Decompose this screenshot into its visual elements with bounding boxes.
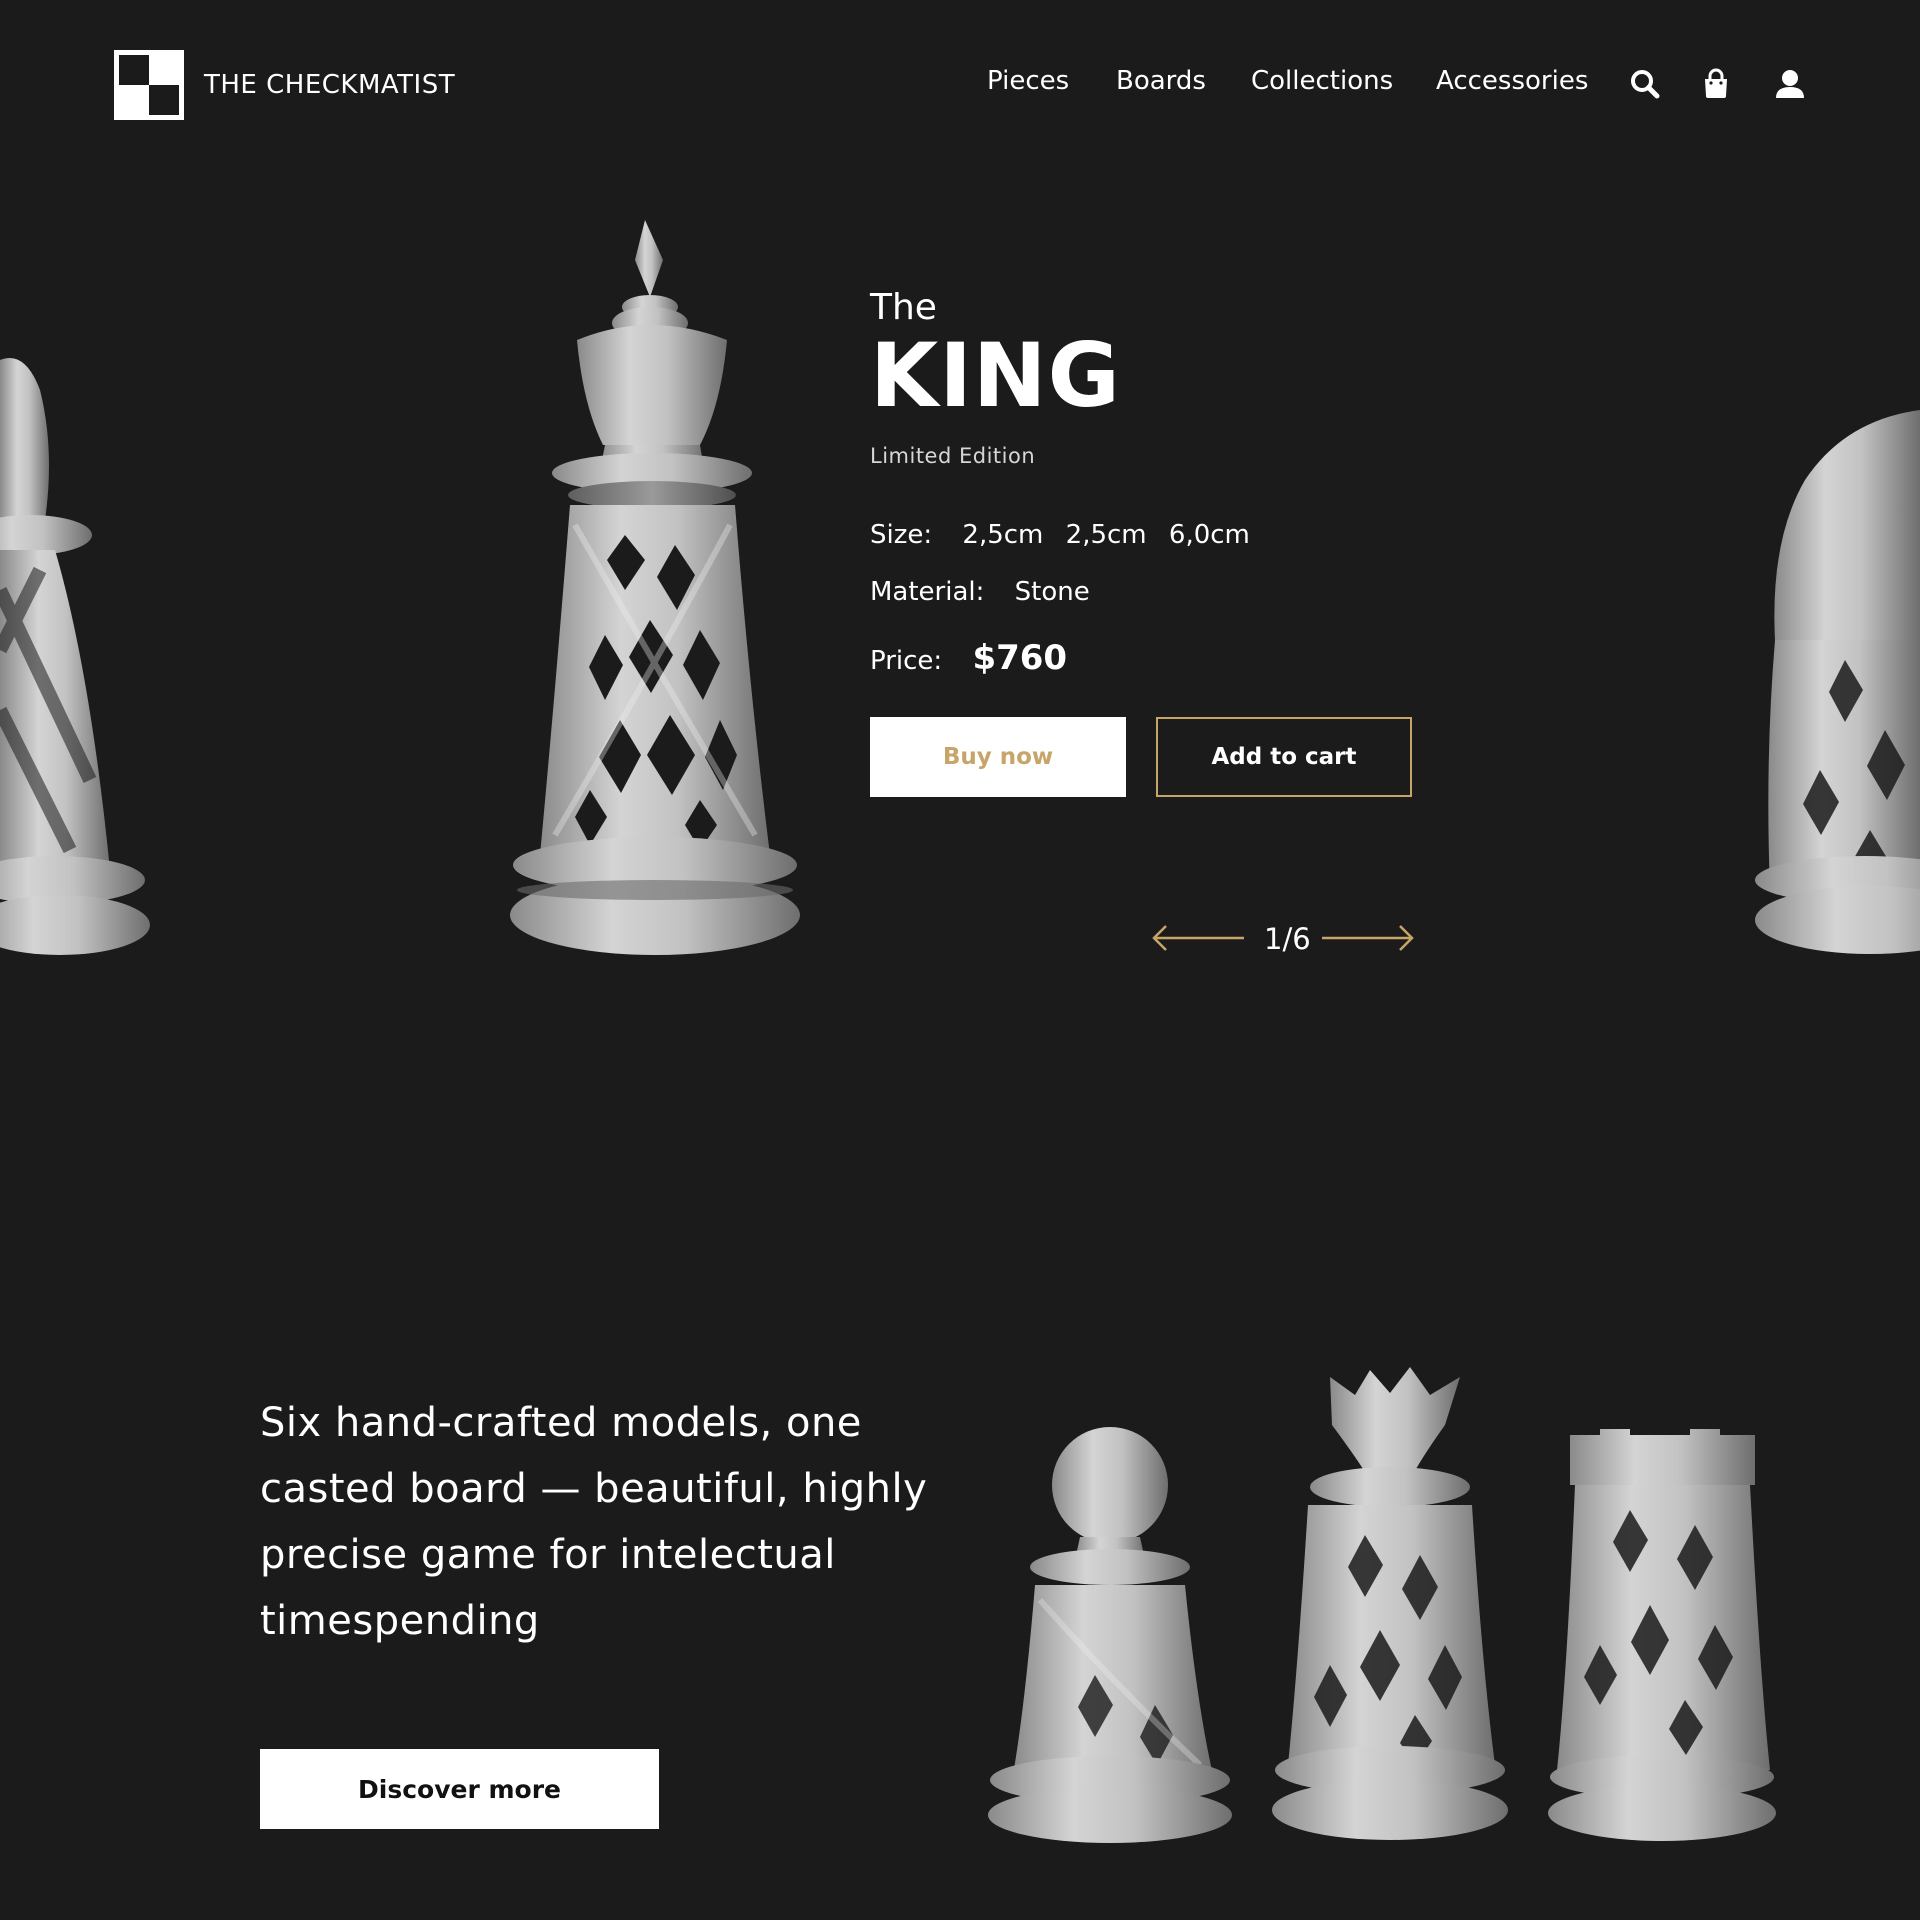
- user-icon[interactable]: [1775, 68, 1805, 100]
- material-value: Stone: [1014, 577, 1090, 607]
- product-title: KING: [870, 324, 1121, 427]
- collection-tagline: Six hand-crafted models, one casted boar…: [260, 1400, 928, 1644]
- nav-item-boards[interactable]: Boards: [1116, 66, 1206, 96]
- rook-piece-image: [1548, 1429, 1776, 1841]
- size-spec: Size: 2,5cm 2,5cm 6,0cm: [870, 520, 1264, 550]
- king-piece-image: [510, 220, 800, 955]
- arrow-left-icon[interactable]: [1150, 918, 1244, 958]
- queen-piece-image: [1272, 1367, 1508, 1840]
- pawn-piece-image: [988, 1427, 1232, 1843]
- add-to-cart-button[interactable]: Add to cart: [1156, 717, 1412, 797]
- bishop-piece-partial-image: [0, 358, 150, 955]
- material-label: Material:: [870, 577, 985, 607]
- pager-count: 1/6: [1264, 922, 1311, 956]
- price-spec: Price: $760: [870, 638, 1067, 678]
- arrow-right-icon[interactable]: [1322, 918, 1416, 958]
- price-value: $760: [972, 638, 1068, 678]
- product-pre-title: The: [870, 287, 937, 328]
- nav-item-accessories[interactable]: Accessories: [1436, 66, 1588, 96]
- buy-now-button[interactable]: Buy now: [870, 717, 1126, 797]
- size-value: 6,0cm: [1168, 520, 1250, 550]
- nav-item-collections[interactable]: Collections: [1251, 66, 1393, 96]
- nav-item-pieces[interactable]: Pieces: [987, 66, 1069, 96]
- product-heading: The KING Limited Edition: [870, 287, 1121, 469]
- search-icon[interactable]: [1630, 68, 1660, 100]
- product-edition: Limited Edition: [870, 444, 1036, 468]
- size-value: 2,5cm: [1065, 520, 1147, 550]
- carousel-pager: 1/6: [1150, 918, 1420, 958]
- size-value: 2,5cm: [962, 520, 1044, 550]
- material-spec: Material: Stone: [870, 577, 1104, 607]
- price-label: Price:: [870, 646, 943, 676]
- discover-more-button[interactable]: Discover more: [260, 1749, 659, 1829]
- shopping-bag-icon[interactable]: [1701, 68, 1731, 100]
- size-label: Size:: [870, 520, 933, 550]
- knight-piece-partial-image: [1755, 410, 1920, 954]
